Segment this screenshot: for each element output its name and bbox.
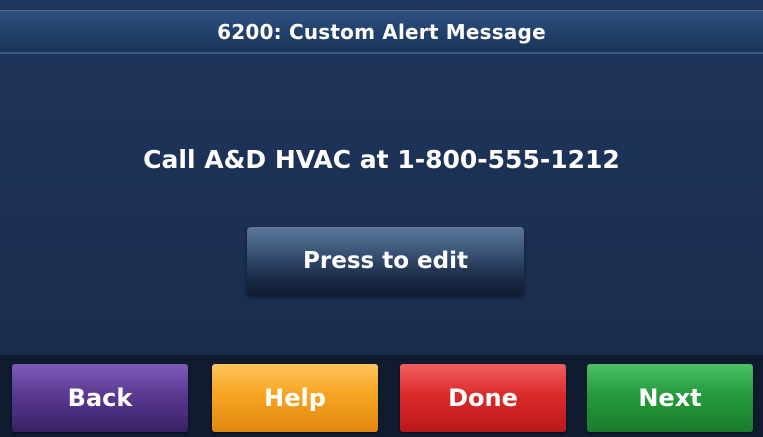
press-to-edit-label: Press to edit [303,248,468,274]
help-button[interactable]: Help [212,364,378,432]
next-button[interactable]: Next [587,364,753,432]
back-button[interactable]: Back [12,364,188,432]
done-button[interactable]: Done [400,364,566,432]
press-to-edit-button[interactable]: Press to edit [247,227,524,295]
title-bar: 6200: Custom Alert Message [0,10,763,54]
alert-message: Call A&D HVAC at 1-800-555-1212 [143,145,620,174]
page-title: 6200: Custom Alert Message [217,19,546,44]
thermostat-screen: 6200: Custom Alert Message Call A&D HVAC… [0,0,763,437]
